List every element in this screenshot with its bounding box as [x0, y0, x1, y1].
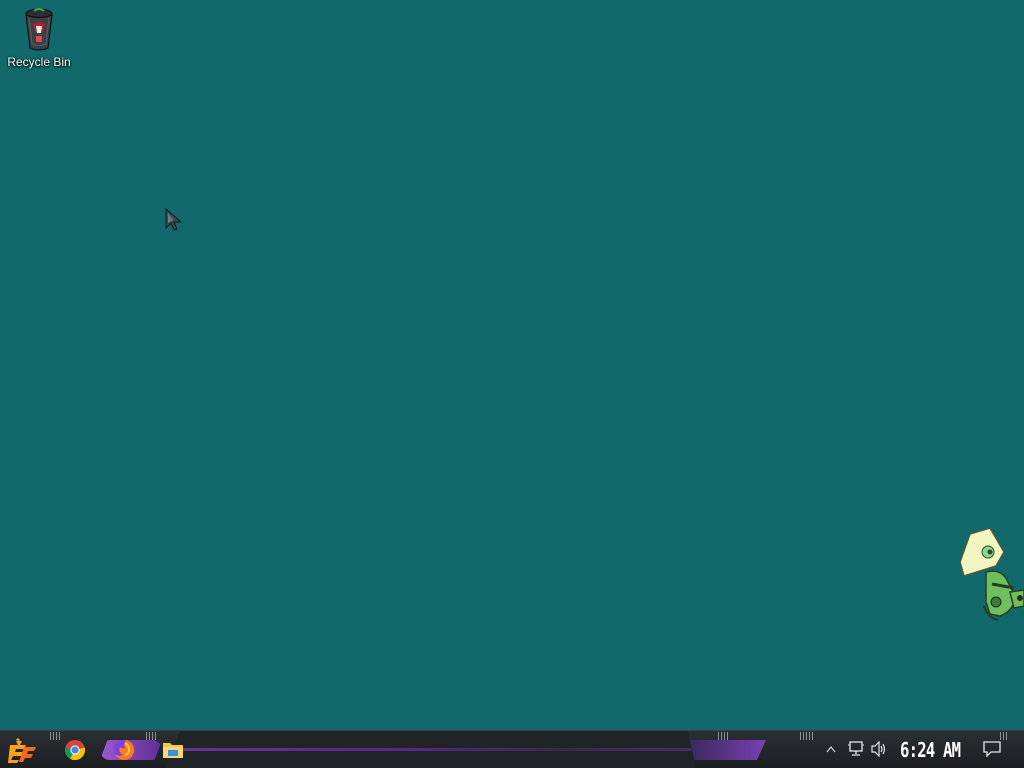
mouse-cursor-icon [165, 208, 183, 231]
volume-icon[interactable] [871, 741, 889, 757]
taskbar-decor-ticks [50, 732, 60, 740]
action-center-icon[interactable] [983, 741, 1001, 757]
desktop-icon-label: Recycle Bin [7, 55, 71, 69]
taskbar-file-explorer-button[interactable] [161, 738, 185, 762]
start-logo-icon [8, 738, 36, 763]
chrome-icon [64, 740, 86, 761]
taskbar-decor-ticks [718, 732, 728, 740]
recycle-bin-icon [25, 8, 53, 51]
taskbar-accent-pill-right [690, 740, 766, 760]
taskbar-clock[interactable]: 6:24 AM [900, 738, 961, 762]
taskbar-firefox-button[interactable] [112, 738, 136, 762]
desktop-icon-recycle-bin[interactable]: Recycle Bin [6, 6, 72, 69]
taskbar: 6:24 AM [0, 730, 1024, 768]
taskbar-chrome-button[interactable] [63, 738, 87, 762]
file-explorer-icon [163, 743, 183, 758]
desktop[interactable]: Recycle Bin [0, 0, 1024, 730]
start-button[interactable] [8, 738, 38, 763]
taskbar-decor-ticks [1000, 732, 1007, 740]
firefox-icon [114, 739, 135, 760]
taskbar-decor-ticks [800, 732, 813, 740]
network-icon[interactable] [847, 741, 865, 757]
desktop-mascot-peridot-image [959, 527, 1024, 621]
taskbar-decor-ticks [146, 732, 156, 740]
chevron-up-icon[interactable] [826, 745, 836, 753]
